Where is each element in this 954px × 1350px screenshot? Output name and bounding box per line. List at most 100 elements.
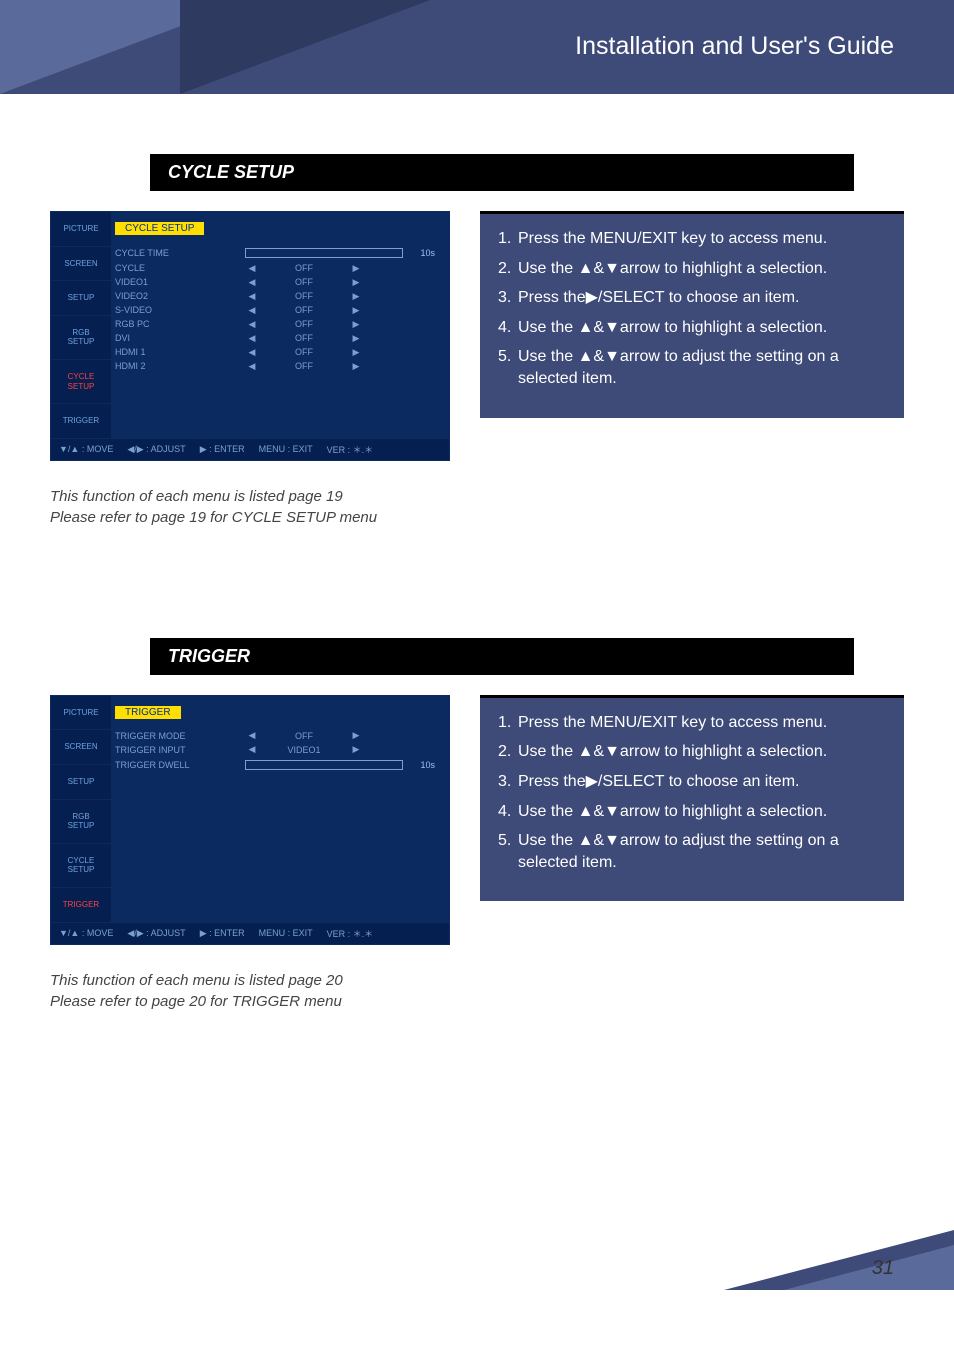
instruction-step: 3.Press the▶/SELECT to choose an item. [498,771,886,793]
page-number: 31 [872,1257,894,1280]
instruction-num: 1. [498,712,511,734]
osd-footer-ver: VER : ＊.＊ [327,927,374,940]
osd-tab-trigger[interactable]: TRIGGER [51,404,111,439]
right-arrow-icon[interactable]: ▶ [349,730,363,741]
right-arrow-icon[interactable]: ▶ [349,305,363,316]
osd-row-label: DVI [115,333,245,343]
instruction-step: 4.Use the ▲&▼arrow to highlight a select… [498,801,886,823]
osd-row-value: OFF [259,277,349,287]
instruction-step: 2.Use the ▲&▼arrow to highlight a select… [498,741,886,763]
footer-wedge-inner [784,1245,954,1290]
osd-tab-picture[interactable]: PICTURE [51,696,111,731]
osd-row-value: OFF [259,731,349,741]
instruction-step: 3.Press the▶/SELECT to choose an item. [498,287,886,309]
section-body-cycle: PICTURE SCREEN SETUP RGB SETUP CYCLE SET… [50,211,904,528]
instruction-num: 1. [498,228,511,250]
osd-tab-picture[interactable]: PICTURE [51,212,111,247]
instruction-num: 3. [498,287,511,309]
right-arrow-icon[interactable]: ▶ [349,319,363,330]
osd-row-dvi[interactable]: DVI◀OFF▶ [115,331,439,345]
left-arrow-icon[interactable]: ◀ [245,347,259,358]
osd-tab-cycle-setup[interactable]: CYCLE SETUP [51,844,111,888]
osd-row-label: HDMI 1 [115,347,245,357]
caption-line2: Please refer to page 19 for CYCLE SETUP … [50,509,377,526]
osd-row-label: HDMI 2 [115,361,245,371]
osd-footer-exit: MENU : EXIT [259,927,313,940]
right-arrow-icon[interactable]: ▶ [349,744,363,755]
instruction-step: 1. Press the MENU/EXIT key to access menu… [498,228,886,250]
instruction-text: Use the ▲&▼arrow to highlight a selectio… [518,743,827,760]
right-arrow-icon[interactable]: ▶ [349,263,363,274]
left-arrow-icon[interactable]: ◀ [245,305,259,316]
osd-tab-screen[interactable]: SCREEN [51,730,111,765]
osd-body: PICTURE SCREEN SETUP RGB SETUP CYCLE SET… [51,212,449,439]
osd-row-label: VIDEO2 [115,291,245,301]
section-header-trigger: TRIGGER [150,638,854,675]
right-arrow-icon[interactable]: ▶ [349,277,363,288]
osd-main: TRIGGER TRIGGER MODE◀OFF▶ TRIGGER INPUT◀… [111,696,449,923]
osd-tabs: PICTURE SCREEN SETUP RGB SETUP CYCLE SET… [51,212,111,439]
osd-tab-setup[interactable]: SETUP [51,765,111,800]
osd-footer: ▼/▲ : MOVE ◀/▶ : ADJUST ▶ : ENTER MENU :… [51,923,449,944]
osd-slider-value: 10s [409,248,439,258]
left-arrow-icon[interactable]: ◀ [245,744,259,755]
instruction-text: Press the MENU/EXIT key to access menu. [518,230,827,247]
osd-row-svideo[interactable]: S-VIDEO◀OFF▶ [115,303,439,317]
right-arrow-icon[interactable]: ▶ [349,291,363,302]
osd-row-trigger-mode[interactable]: TRIGGER MODE◀OFF▶ [115,729,439,743]
caption-trigger: This function of each menu is listed pag… [50,970,450,1012]
osd-tab-cycle-setup[interactable]: CYCLE SETUP [51,360,111,404]
left-arrow-icon[interactable]: ◀ [245,730,259,741]
page-content: CYCLE SETUP PICTURE SCREEN SETUP RGB SET… [0,94,954,1012]
caption-line1: This function of each menu is listed pag… [50,488,343,505]
osd-tab-screen[interactable]: SCREEN [51,247,111,282]
osd-slider-cycle-time[interactable]: CYCLE TIME 10s [115,245,439,261]
osd-tab-setup[interactable]: SETUP [51,281,111,316]
osd-footer-adjust: ◀/▶ : ADJUST [127,443,185,456]
osd-row-value: OFF [259,361,349,371]
osd-row-value: VIDEO1 [259,745,349,755]
osd-row-trigger-input[interactable]: TRIGGER INPUT◀VIDEO1▶ [115,743,439,757]
osd-body: PICTURE SCREEN SETUP RGB SETUP CYCLE SET… [51,696,449,923]
osd-tab-trigger[interactable]: TRIGGER [51,888,111,923]
instruction-text: Use the ▲&▼arrow to highlight a selectio… [518,260,827,277]
osd-title: CYCLE SETUP [115,222,204,235]
osd-tab-rgb-setup[interactable]: RGB SETUP [51,800,111,844]
left-arrow-icon[interactable]: ◀ [245,333,259,344]
slider-bar-icon[interactable] [245,760,403,770]
osd-row-label: TRIGGER INPUT [115,745,245,755]
osd-row-hdmi1[interactable]: HDMI 1◀OFF▶ [115,345,439,359]
osd-footer-adjust: ◀/▶ : ADJUST [127,927,185,940]
left-arrow-icon[interactable]: ◀ [245,277,259,288]
instruction-text: Press the MENU/EXIT key to access menu. [518,714,827,731]
instruction-num: 3. [498,771,511,793]
osd-panel-cycle: PICTURE SCREEN SETUP RGB SETUP CYCLE SET… [50,211,450,461]
osd-main: CYCLE SETUP CYCLE TIME 10s CYCLE◀OFF▶ VI… [111,212,449,439]
osd-slider-trigger-dwell[interactable]: TRIGGER DWELL 10s [115,757,439,773]
osd-row-hdmi2[interactable]: HDMI 2◀OFF▶ [115,359,439,373]
instruction-step: 1. Press the MENU/EXIT key to access menu… [498,712,886,734]
osd-slider-label: TRIGGER DWELL [115,760,245,770]
osd-row-video2[interactable]: VIDEO2◀OFF▶ [115,289,439,303]
osd-row-value: OFF [259,347,349,357]
right-arrow-icon[interactable]: ▶ [349,361,363,372]
instruction-text: Use the ▲&▼arrow to highlight a selectio… [518,803,827,820]
instruction-step: 5.Use the ▲&▼arrow to adjust the setting… [498,346,886,389]
osd-row-rgbpc[interactable]: RGB PC◀OFF▶ [115,317,439,331]
left-arrow-icon[interactable]: ◀ [245,319,259,330]
osd-tab-rgb-setup[interactable]: RGB SETUP [51,316,111,360]
slider-bar-icon[interactable] [245,248,403,258]
left-arrow-icon[interactable]: ◀ [245,263,259,274]
instruction-text: Use the ▲&▼arrow to adjust the setting o… [518,348,839,387]
right-arrow-icon[interactable]: ▶ [349,347,363,358]
osd-row-video1[interactable]: VIDEO1◀OFF▶ [115,275,439,289]
osd-tabs: PICTURE SCREEN SETUP RGB SETUP CYCLE SET… [51,696,111,923]
left-arrow-icon[interactable]: ◀ [245,361,259,372]
instruction-step: 5.Use the ▲&▼arrow to adjust the setting… [498,830,886,873]
osd-row-cycle[interactable]: CYCLE◀OFF▶ [115,261,439,275]
right-arrow-icon[interactable]: ▶ [349,333,363,344]
left-arrow-icon[interactable]: ◀ [245,291,259,302]
osd-footer-enter: ▶ : ENTER [200,443,245,456]
osd-footer-exit: MENU : EXIT [259,443,313,456]
osd-title: TRIGGER [115,706,181,719]
